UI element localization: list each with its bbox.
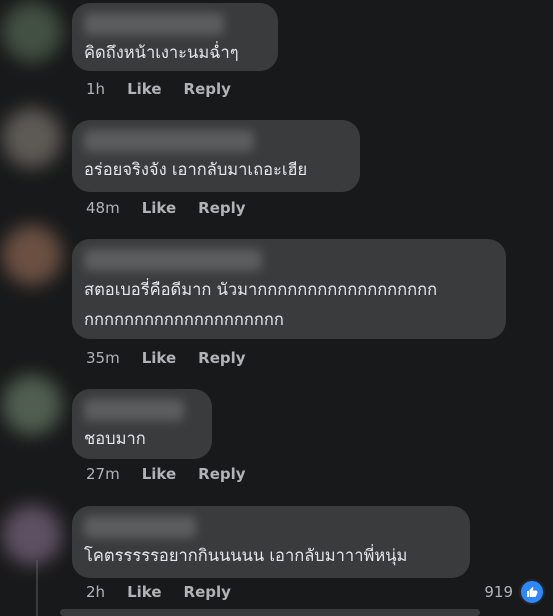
like-button[interactable]: Like bbox=[142, 349, 176, 367]
comment-actions: 1h Like Reply bbox=[86, 80, 253, 98]
comment-actions: 35m Like Reply bbox=[86, 349, 268, 367]
comment-timestamp[interactable]: 27m bbox=[86, 465, 120, 483]
comment-text: สตอเบอรี่คือดีมาก นัวมากกกกกกกกกกกกกกกกก… bbox=[84, 280, 438, 329]
reply-button[interactable]: Reply bbox=[198, 349, 245, 367]
author-name-blurred[interactable] bbox=[84, 130, 254, 152]
thumbs-up-icon bbox=[519, 579, 545, 605]
like-button[interactable]: Like bbox=[142, 199, 176, 217]
reaction-count: 919 bbox=[484, 583, 513, 601]
author-name-blurred[interactable] bbox=[84, 13, 224, 35]
comment-text: โคตรรรรรอยากกินนนนน เอากลับมาาาพี่หนุ่ม bbox=[84, 546, 408, 565]
author-name-blurred[interactable] bbox=[84, 516, 196, 538]
reply-button[interactable]: Reply bbox=[184, 583, 231, 601]
like-button[interactable]: Like bbox=[127, 80, 161, 98]
reaction-summary[interactable]: 919 bbox=[484, 579, 545, 605]
comment-timestamp[interactable]: 48m bbox=[86, 199, 120, 217]
comment-text: คิดถึงหน้าเงาะนมฉ่ำๆ bbox=[84, 43, 239, 62]
comment-bubble: อร่อยจริงจัง เอากลับมาเถอะเฮีย bbox=[72, 120, 360, 192]
comment-text: ชอบมาก bbox=[84, 429, 146, 448]
next-comment-edge bbox=[60, 609, 480, 616]
avatar[interactable] bbox=[2, 375, 62, 435]
comment-bubble: โคตรรรรรอยากกินนนนน เอากลับมาาาพี่หนุ่ม bbox=[72, 506, 470, 578]
comment-bubble: คิดถึงหน้าเงาะนมฉ่ำๆ bbox=[72, 3, 278, 71]
reply-button[interactable]: Reply bbox=[198, 465, 245, 483]
author-name-blurred[interactable] bbox=[84, 399, 184, 421]
author-name-blurred[interactable] bbox=[84, 249, 262, 271]
avatar[interactable] bbox=[2, 505, 62, 565]
comment-text: อร่อยจริงจัง เอากลับมาเถอะเฮีย bbox=[84, 160, 308, 179]
comment-bubble: สตอเบอรี่คือดีมาก นัวมากกกกกกกกกกกกกกกกก… bbox=[72, 239, 506, 339]
comment-timestamp[interactable]: 35m bbox=[86, 349, 120, 367]
avatar[interactable] bbox=[2, 108, 62, 168]
like-button[interactable]: Like bbox=[142, 465, 176, 483]
comment-actions: 48m Like Reply bbox=[86, 199, 268, 217]
reply-button[interactable]: Reply bbox=[198, 199, 245, 217]
comment-actions: 27m Like Reply bbox=[86, 465, 268, 483]
comment-timestamp[interactable]: 1h bbox=[86, 80, 105, 98]
comment-timestamp[interactable]: 2h bbox=[86, 583, 105, 601]
thread-line bbox=[36, 560, 38, 616]
avatar[interactable] bbox=[2, 225, 62, 285]
avatar[interactable] bbox=[2, 2, 62, 62]
reply-button[interactable]: Reply bbox=[184, 80, 231, 98]
comment-bubble: ชอบมาก bbox=[72, 389, 212, 459]
comment-actions: 2h Like Reply bbox=[86, 583, 253, 601]
like-button[interactable]: Like bbox=[127, 583, 161, 601]
